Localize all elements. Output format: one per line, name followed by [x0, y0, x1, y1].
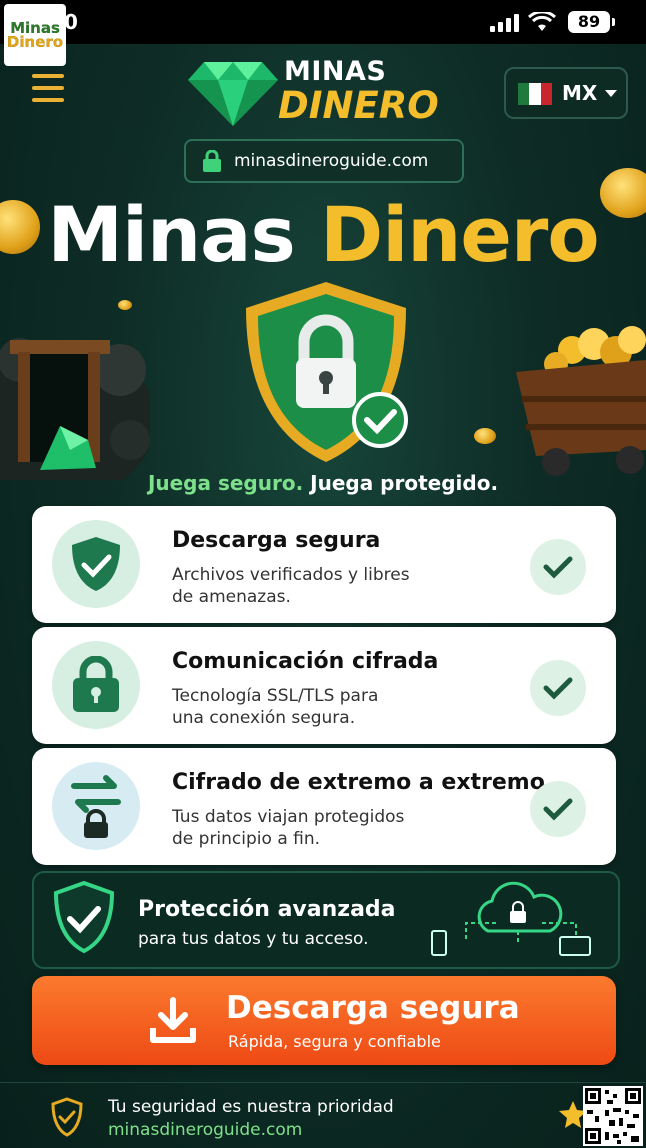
footer-link[interactable]: minasdineroguide.com — [108, 1120, 302, 1140]
mexico-flag-icon — [518, 83, 552, 105]
country-selector[interactable]: MX — [504, 67, 628, 119]
app-logo-badge: Minas Dinero — [4, 4, 66, 66]
footer: Tu seguridad es nuestra prioridad minasd… — [0, 1082, 646, 1148]
url-bar[interactable]: minasdineroguide.com — [184, 139, 464, 183]
hero-title-gold: Dinero — [320, 190, 599, 279]
check-icon — [530, 660, 586, 716]
emerald-gem-icon — [188, 62, 278, 126]
secure-download-button[interactable]: Descarga segura Rápida, segura y confiab… — [32, 976, 616, 1065]
hero-title-white: Minas — [47, 190, 321, 279]
cta-title: Descarga segura — [226, 990, 520, 1026]
gold-mine-cart-illustration — [516, 326, 646, 476]
feature-title: Cifrado de extremo a extremo — [172, 770, 545, 795]
tagline-white: Juega protegido. — [303, 471, 499, 495]
brand-logo[interactable]: MINAS DINERO — [186, 54, 446, 130]
cloud-network-icon — [431, 881, 591, 956]
check-icon — [530, 781, 586, 837]
signal-icon — [490, 14, 519, 32]
menu-icon[interactable] — [32, 74, 64, 110]
country-code: MX — [562, 81, 598, 105]
status-bar: 0 89 — [0, 0, 646, 44]
feature-description: Tus datos viajan protegidos de principio … — [172, 807, 405, 849]
advanced-title: Protección avanzada — [138, 897, 396, 922]
mine-entrance-illustration — [0, 338, 150, 480]
feature-title: Descarga segura — [172, 528, 381, 553]
security-shield-lock-icon — [246, 282, 408, 462]
status-time: 0 — [64, 10, 78, 34]
feature-card-secure-download: Descarga segura Archivos verificados y l… — [32, 506, 616, 623]
feature-card-end-to-end-encryption: Cifrado de extremo a extremo Tus datos v… — [32, 748, 616, 865]
chevron-down-icon — [605, 90, 617, 97]
footer-tagline: Tu seguridad es nuestra prioridad — [108, 1097, 394, 1117]
feature-card-encrypted-communication: Comunicación cifrada Tecnología SSL/TLS … — [32, 627, 616, 744]
transfer-lock-icon — [52, 762, 140, 850]
check-icon — [530, 539, 586, 595]
feature-title: Comunicación cifrada — [172, 649, 439, 674]
download-icon — [150, 997, 196, 1043]
brand-text-top: MINAS — [284, 56, 387, 87]
cta-subtitle: Rápida, segura y confiable — [228, 1032, 441, 1051]
advanced-description: para tus datos y tu acceso. — [138, 929, 369, 949]
wifi-icon — [528, 12, 556, 31]
tagline: Juega seguro. Juega protegido. — [0, 471, 646, 495]
battery-indicator: 89 — [568, 11, 615, 33]
advanced-protection-banner: Protección avanzada para tus datos y tu … — [32, 871, 620, 969]
feature-description: Archivos verificados y libres de amenazas… — [172, 565, 410, 607]
app-screen: 0 89 Minas Dinero MINAS DINERO MX minasd… — [0, 0, 646, 1148]
url-text: minasdineroguide.com — [234, 151, 429, 171]
padlock-icon — [52, 641, 140, 729]
feature-description: Tecnología SSL/TLS para una conexión segu… — [172, 686, 379, 728]
qr-code — [583, 1086, 643, 1146]
lock-icon — [203, 150, 221, 172]
shield-check-icon — [51, 1097, 83, 1137]
logo-word-2: Dinero — [6, 33, 64, 51]
brand-text-bottom: DINERO — [278, 84, 439, 127]
tagline-green: Juega seguro. — [147, 471, 304, 495]
hero-title: Minas Dinero — [0, 190, 646, 279]
shield-check-icon — [52, 520, 140, 608]
shield-check-icon — [53, 881, 115, 954]
gold-coin-decor — [474, 428, 496, 444]
